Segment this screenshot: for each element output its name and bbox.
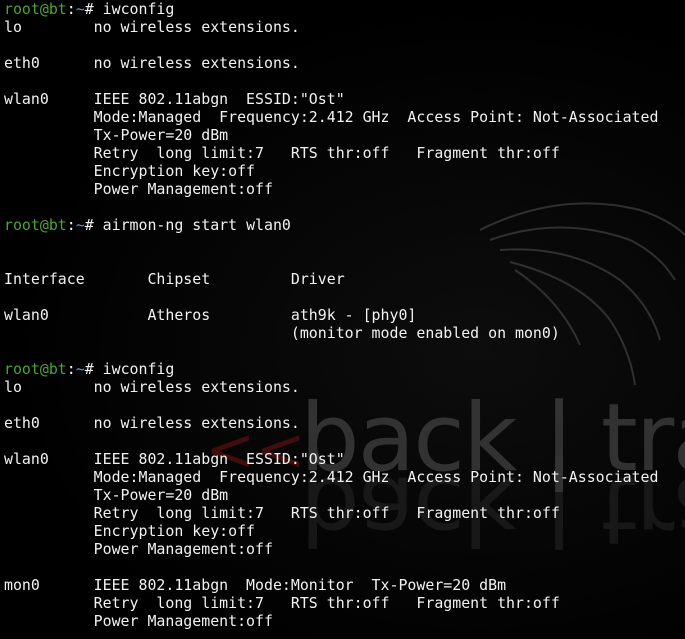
output-line: Tx-Power=20 dBm [4,126,229,144]
terminal-output[interactable]: root@bt:~# iwconfig lo no wireless extens… [4,0,658,630]
prompt-user-host: root@bt [4,360,67,378]
output-line: Tx-Power=20 dBm [4,486,229,504]
prompt-user-host: root@bt [4,216,67,234]
prompt-line: root@bt:~# airmon-ng start wlan0 [4,216,658,234]
output-line: Mode:Managed Frequency:2.412 GHz Access … [4,108,659,126]
command-text: airmon-ng start wlan0 [93,216,291,234]
output-line: Power Management:off [4,540,273,558]
output-line: (monitor mode enabled on mon0) [4,324,560,342]
prompt-separator: : [66,216,76,234]
prompt-path: ~ [75,360,85,378]
output-line: Encryption key:off [4,522,256,540]
output-line: Mode:Managed Frequency:2.412 GHz Access … [4,468,659,486]
prompt-separator: : [66,360,76,378]
output-line: wlan0 IEEE 802.11abgn ESSID:"Ost" [4,90,345,108]
output-line: Retry long limit:7 RTS thr:off Fragment … [4,144,560,162]
output-line: Power Management:off [4,612,273,630]
prompt-symbol: # [84,360,94,378]
command-text: iwconfig [93,0,175,18]
output-line: Interface Chipset Driver [4,270,345,288]
output-line: Encryption key:off [4,162,256,180]
terminal-window[interactable]: << back | track back | track root@bt:~# … [0,0,685,639]
command-text: iwconfig [93,360,175,378]
prompt-line: root@bt:~# iwconfig [4,0,658,18]
output-line: Retry long limit:7 RTS thr:off Fragment … [4,504,560,522]
output-line: lo no wireless extensions. [4,378,300,396]
prompt-symbol: # [84,216,94,234]
output-line: Retry long limit:7 RTS thr:off Fragment … [4,594,560,612]
prompt-user-host: root@bt [4,0,67,18]
output-line: wlan0 Atheros ath9k - [phy0] [4,306,417,324]
prompt-path: ~ [75,0,85,18]
prompt-separator: : [66,0,76,18]
output-line: wlan0 IEEE 802.11abgn ESSID:"Ost" [4,450,345,468]
output-line: eth0 no wireless extensions. [4,414,300,432]
prompt-line: root@bt:~# iwconfig [4,360,658,378]
output-line: eth0 no wireless extensions. [4,54,300,72]
output-line: Power Management:off [4,180,273,198]
output-line: lo no wireless extensions. [4,18,300,36]
prompt-path: ~ [75,216,85,234]
prompt-symbol: # [84,0,94,18]
output-line: mon0 IEEE 802.11abgn Mode:Monitor Tx-Pow… [4,576,507,594]
